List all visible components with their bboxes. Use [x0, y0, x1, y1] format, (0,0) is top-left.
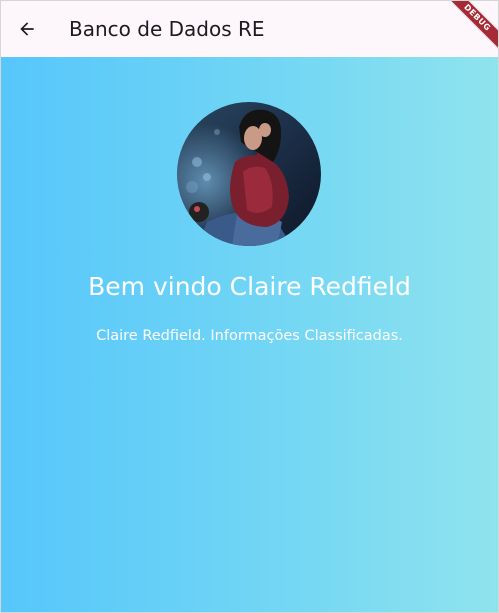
arrow-back-icon [20, 22, 34, 36]
profile-avatar [177, 102, 321, 246]
page-title: Banco de Dados RE [69, 17, 265, 41]
profile-photo [177, 102, 321, 246]
app-bar: Banco de Dados RE [1, 1, 498, 57]
profile-subtitle: Claire Redfield. Informações Classificad… [96, 328, 403, 344]
profile-body: Bem vindo Claire Redfield Claire Redfiel… [1, 57, 498, 612]
app-window: Banco de Dados RE DEBUG Bem vindo Claire… [0, 0, 499, 613]
back-button[interactable] [1, 1, 53, 57]
welcome-heading: Bem vindo Claire Redfield [88, 272, 411, 301]
